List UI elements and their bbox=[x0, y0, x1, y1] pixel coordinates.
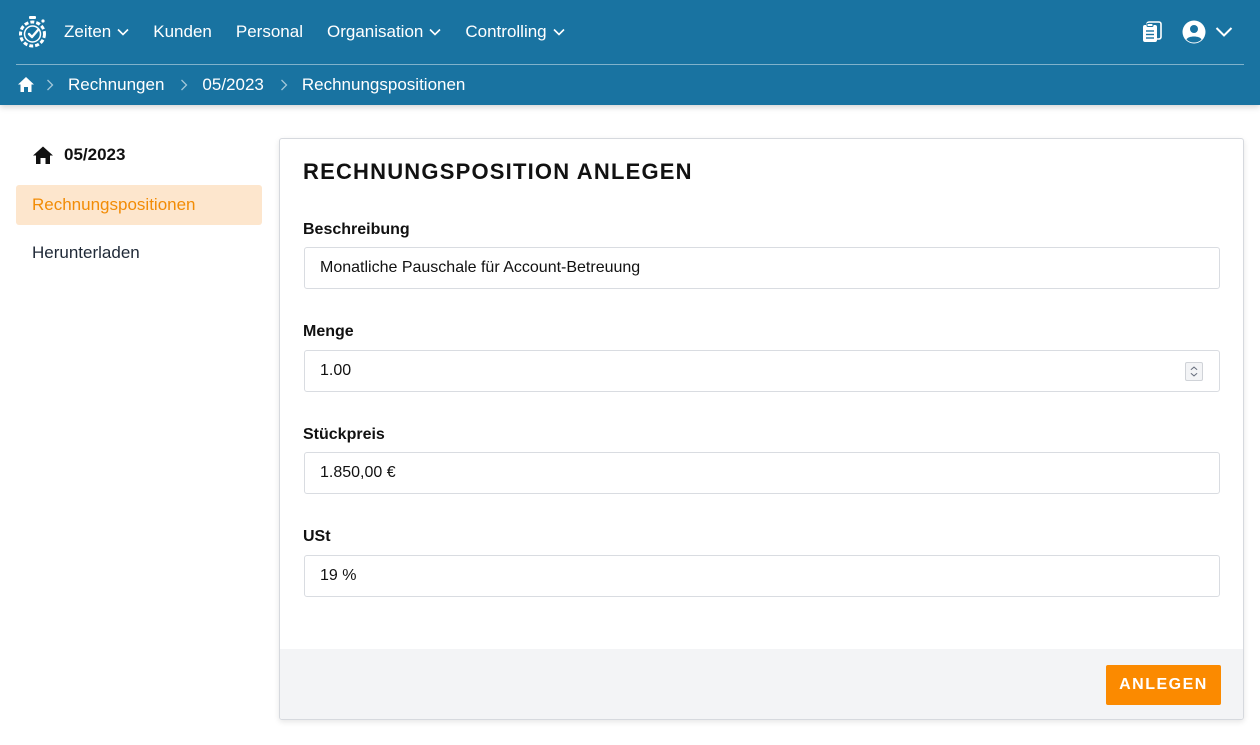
nav-item-zeiten[interactable]: Zeiten bbox=[64, 22, 129, 42]
nav-item-label: Organisation bbox=[326, 22, 424, 41]
main-nav: Zeiten Kunden Personal Organisation Cont… bbox=[0, 0, 1260, 64]
nav-item-label: Kunden bbox=[153, 22, 212, 41]
nav-items: Zeiten Kunden Personal Organisation Cont… bbox=[64, 0, 589, 64]
chevron-right-icon bbox=[181, 79, 188, 91]
beschreibung-label: Beschreibung bbox=[303, 221, 410, 238]
breadcrumb: Rechnungen 05/2023 Rechnungspositionen bbox=[0, 65, 1260, 105]
stueckpreis-value: 1.850,00 € bbox=[320, 464, 396, 481]
stopwatch-gear-icon[interactable] bbox=[17, 15, 48, 49]
form-footer: ANLEGEN bbox=[280, 649, 1243, 719]
anlegen-button[interactable]: ANLEGEN bbox=[1106, 665, 1221, 705]
breadcrumb-item-invoice[interactable]: 05/2023 bbox=[202, 75, 263, 95]
nav-item-label: Zeiten bbox=[64, 22, 112, 41]
sidebar-title[interactable]: 05/2023 bbox=[32, 145, 125, 165]
breadcrumb-item-rechnungen[interactable]: Rechnungen bbox=[68, 75, 164, 95]
chevron-down-icon bbox=[553, 28, 565, 36]
breadcrumb-item-current[interactable]: Rechnungspositionen bbox=[302, 75, 466, 95]
clipboard-icon[interactable] bbox=[1142, 21, 1162, 43]
nav-item-controlling[interactable]: Controlling bbox=[465, 22, 565, 42]
menge-value: 1.00 bbox=[320, 362, 352, 379]
chevron-down-icon bbox=[429, 28, 441, 36]
sidebar-title-label: 05/2023 bbox=[64, 145, 126, 164]
nav-item-organisation[interactable]: Organisation bbox=[327, 22, 441, 42]
chevron-down-icon bbox=[117, 28, 129, 36]
menge-label: Menge bbox=[303, 323, 354, 340]
sidebar-item-label: Rechnungspositionen bbox=[32, 195, 196, 214]
beschreibung-input[interactable]: Monatliche Pauschale für Account-Betreuu… bbox=[304, 247, 1220, 289]
menge-input[interactable]: 1.00 bbox=[304, 350, 1220, 392]
form-card: RECHNUNGSPOSITION ANLEGEN Beschreibung M… bbox=[279, 138, 1244, 720]
nav-item-kunden[interactable]: Kunden bbox=[153, 22, 212, 42]
quantity-stepper[interactable] bbox=[1185, 362, 1203, 381]
sidebar-item-herunterladen[interactable]: Herunterladen bbox=[16, 233, 262, 273]
home-icon[interactable] bbox=[17, 76, 35, 93]
ust-value: 19 % bbox=[320, 567, 357, 584]
breadcrumb-list: Rechnungen 05/2023 Rechnungspositionen bbox=[46, 65, 481, 105]
chevron-right-icon bbox=[280, 79, 288, 91]
sidebar-item-rechnungspositionen[interactable]: Rechnungspositionen bbox=[16, 185, 262, 225]
ust-input[interactable]: 19 % bbox=[304, 555, 1220, 597]
stueckpreis-label: Stückpreis bbox=[303, 426, 385, 443]
ust-label: USt bbox=[303, 528, 331, 545]
user-circle-icon[interactable] bbox=[1182, 20, 1206, 44]
nav-item-label: Controlling bbox=[465, 22, 547, 41]
nav-item-personal[interactable]: Personal bbox=[236, 22, 303, 42]
chevron-right-icon bbox=[47, 79, 54, 91]
home-icon bbox=[33, 146, 53, 164]
top-navigation: Zeiten Kunden Personal Organisation Cont… bbox=[0, 0, 1260, 105]
nav-item-label: Personal bbox=[235, 22, 303, 41]
beschreibung-value: Monatliche Pauschale für Account-Betreuu… bbox=[320, 259, 641, 276]
chevron-down-icon[interactable] bbox=[1215, 26, 1233, 38]
page-title: RECHNUNGSPOSITION ANLEGEN bbox=[303, 159, 693, 184]
stueckpreis-input[interactable]: 1.850,00 € bbox=[304, 452, 1220, 494]
sidebar-item-label: Herunterladen bbox=[32, 243, 140, 262]
